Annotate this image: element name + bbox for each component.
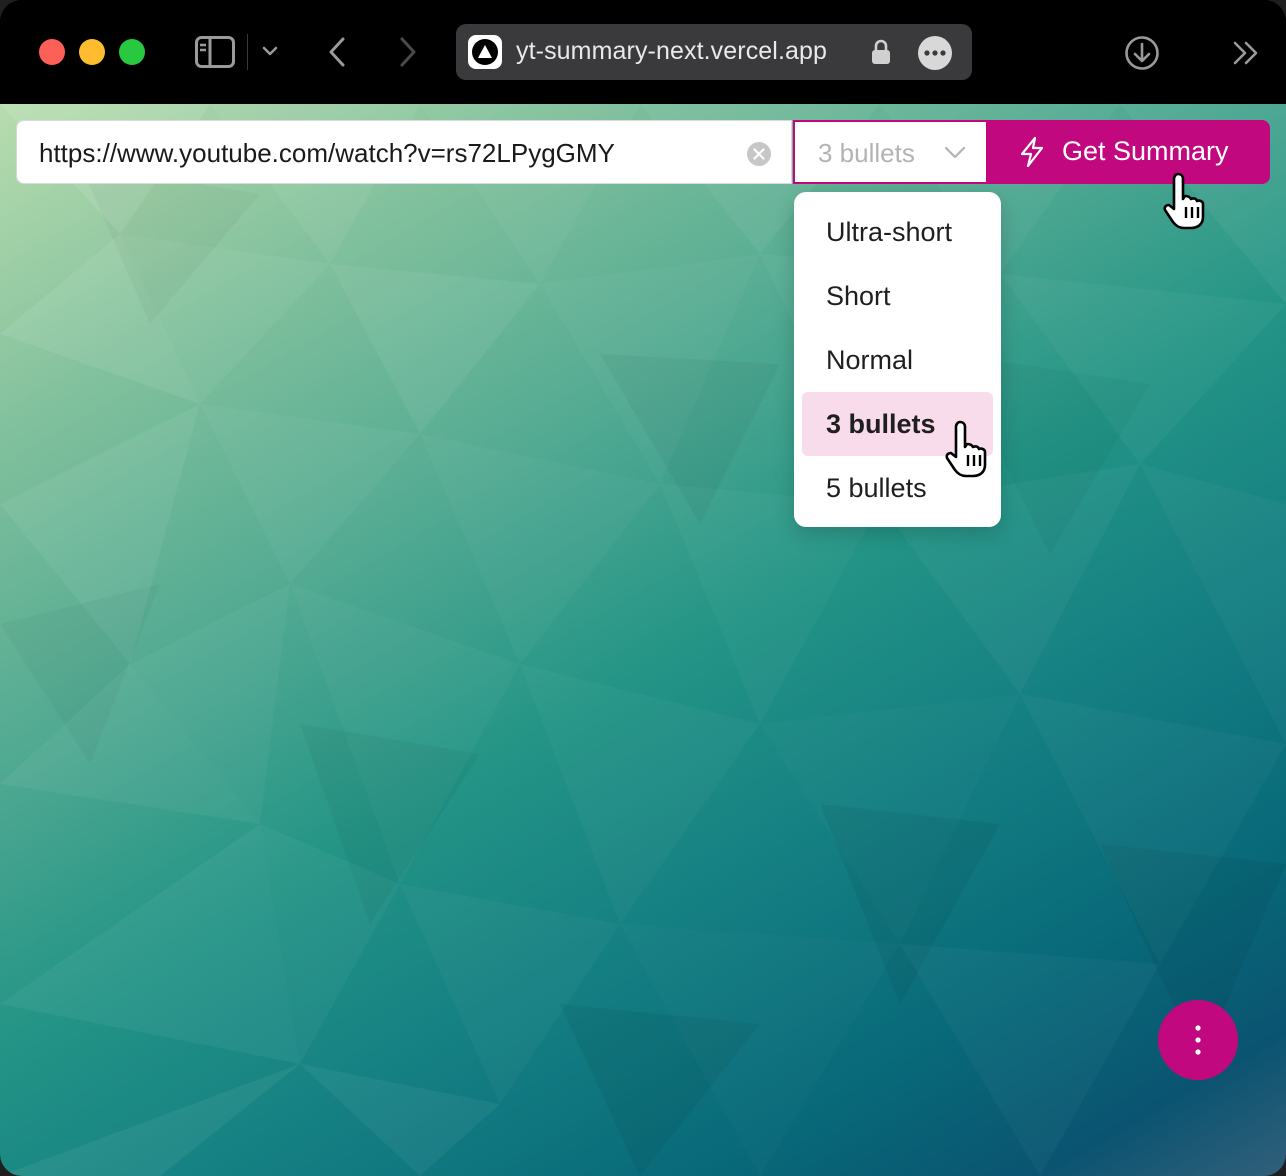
address-text: yt-summary-next.vercel.app xyxy=(516,37,828,65)
option-label: 5 bullets xyxy=(826,473,927,503)
toolbar-divider xyxy=(247,34,248,70)
chevron-down-icon[interactable] xyxy=(262,44,278,58)
option-label: Short xyxy=(826,281,891,311)
page-menu-icon[interactable] xyxy=(918,36,952,70)
chevron-down-icon xyxy=(944,146,966,165)
browser-toolbar: yt-summary-next.vercel.app xyxy=(0,0,1286,104)
more-options-fab[interactable] xyxy=(1158,1000,1238,1080)
vertical-dots-icon xyxy=(1195,1025,1201,1055)
get-summary-label: Get Summary xyxy=(1062,136,1229,166)
option-label: Normal xyxy=(826,345,914,375)
minimize-window-button[interactable] xyxy=(79,39,105,65)
zoom-window-button[interactable] xyxy=(119,39,145,65)
sidebar-toggle-icon[interactable] xyxy=(195,36,235,68)
address-bar[interactable]: yt-summary-next.vercel.app xyxy=(456,24,972,80)
option-label: 3 bullets xyxy=(826,409,936,439)
dropdown-option-ultra-short[interactable]: Ultra-short xyxy=(802,200,993,264)
lightning-bolt-icon xyxy=(1018,136,1046,173)
hand-pointer-cursor-icon xyxy=(1162,170,1218,235)
forward-arrow-icon[interactable] xyxy=(398,36,418,68)
clear-input-icon[interactable] xyxy=(747,142,771,166)
youtube-url-input[interactable] xyxy=(39,131,739,175)
double-chevron-right-icon[interactable] xyxy=(1232,40,1260,66)
lock-icon xyxy=(871,39,891,70)
selected-format-value: 3 bullets xyxy=(818,138,915,168)
summary-format-select[interactable]: 3 bullets xyxy=(793,120,988,184)
browser-window: yt-summary-next.vercel.app https://www.y… xyxy=(0,0,1286,1176)
vercel-triangle-icon xyxy=(468,35,502,69)
dropdown-option-normal[interactable]: Normal xyxy=(802,328,993,392)
dropdown-option-short[interactable]: Short xyxy=(802,264,993,328)
close-window-button[interactable] xyxy=(39,39,65,65)
download-icon[interactable] xyxy=(1124,35,1160,71)
polygon-background xyxy=(0,104,1286,1176)
page-content: 3 bullets Get Summary xyxy=(0,104,1286,1176)
hand-pointer-cursor-icon xyxy=(944,418,1000,483)
option-label: Ultra-short xyxy=(826,217,953,247)
back-arrow-icon[interactable] xyxy=(327,36,347,68)
get-summary-button[interactable]: Get Summary xyxy=(988,120,1270,184)
youtube-url-field[interactable] xyxy=(16,120,792,184)
